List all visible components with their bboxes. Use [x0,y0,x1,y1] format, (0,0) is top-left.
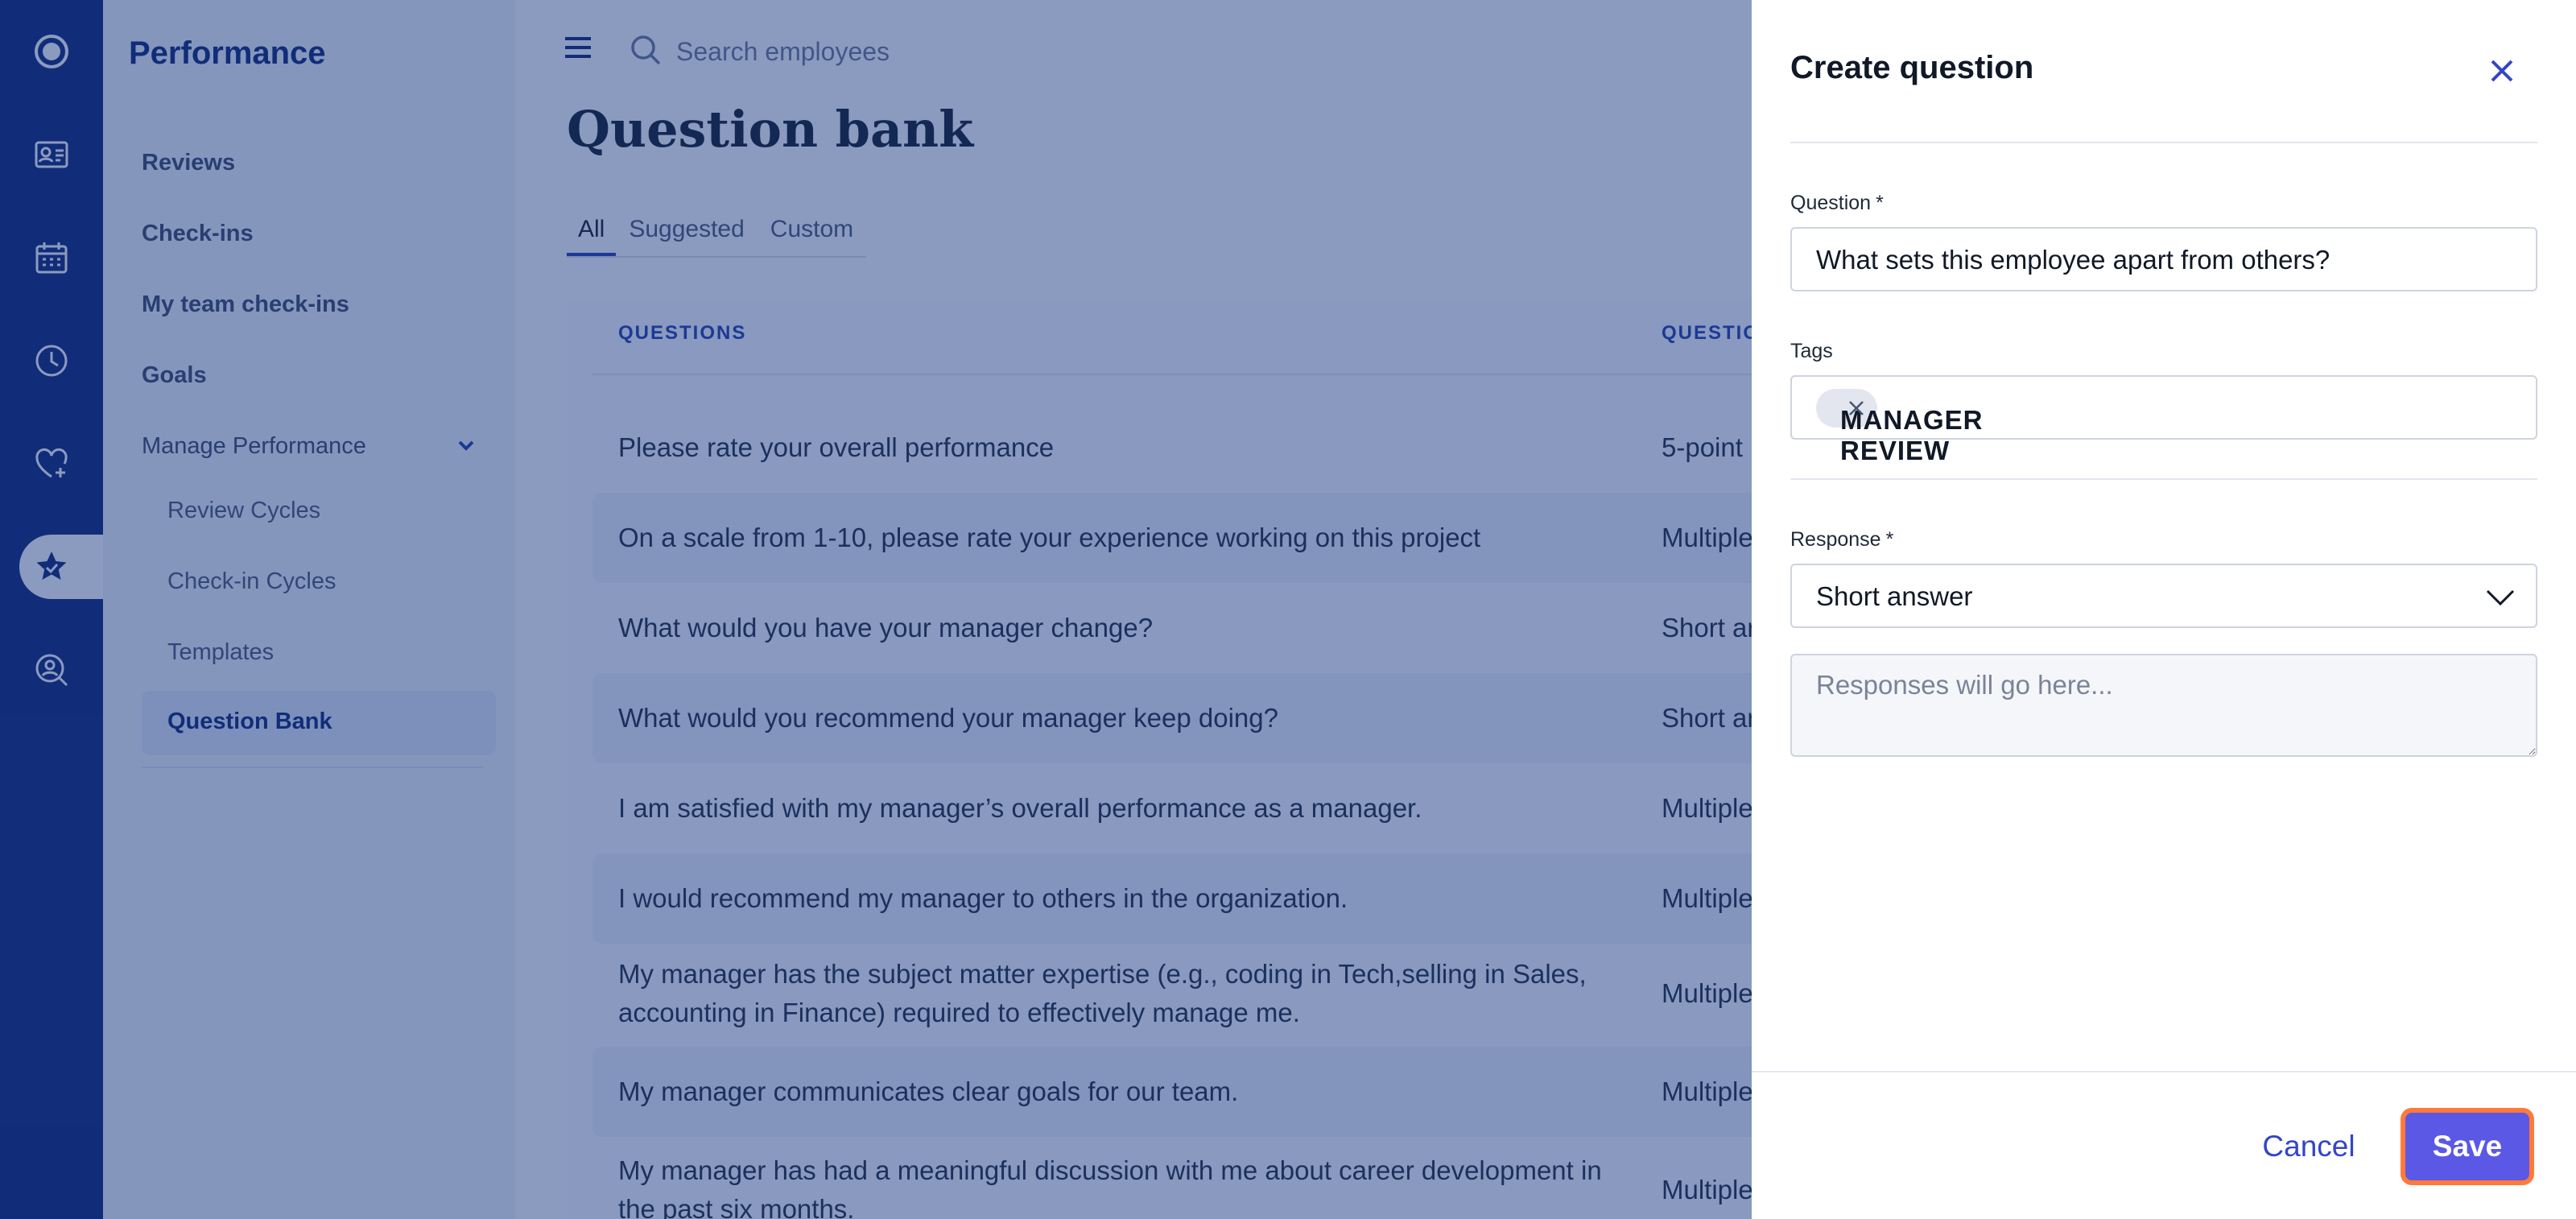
question-value: What sets this employee apart from other… [1816,245,2330,275]
tag-chip: MANAGER REVIEW [1816,389,1983,465]
response-value: Short answer [1816,581,1973,611]
drawer-divider [1790,478,2537,480]
tags-label: Tags [1790,340,1833,362]
modal-overlay[interactable] [0,0,1752,1219]
tags-field[interactable]: MANAGER REVIEW [1790,375,2537,465]
drawer-divider [1790,142,2537,143]
close-icon[interactable] [2484,53,2520,89]
question-label: Question * [1790,192,1884,214]
remove-tag-icon[interactable] [1847,399,1866,418]
responses-textarea[interactable] [1790,654,2537,757]
cancel-button[interactable]: Cancel [2244,1114,2373,1179]
create-question-drawer: Create question Question * What sets this… [1752,0,2576,1219]
response-label: Response * [1790,528,1894,551]
drawer-title: Create question [1790,50,2034,85]
drawer-footer-divider [1752,1071,2576,1072]
chevron-down-icon [2486,589,2515,606]
response-select[interactable]: Short answer [1790,564,2537,628]
question-field[interactable]: What sets this employee apart from other… [1790,227,2537,291]
save-button[interactable]: Save [2401,1108,2534,1185]
